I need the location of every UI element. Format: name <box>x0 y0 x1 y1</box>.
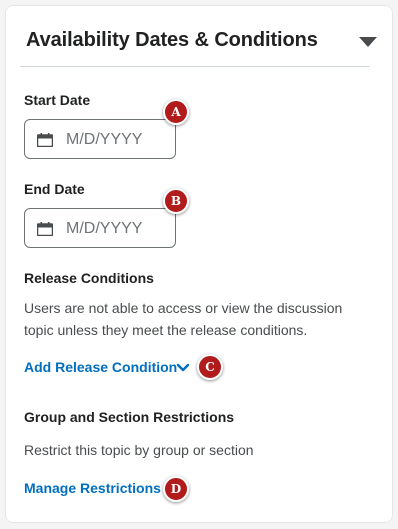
start-date-label: Start Date <box>24 92 91 108</box>
restrictions-heading: Group and Section Restrictions <box>24 409 235 425</box>
callout-badge-c: C <box>197 354 223 380</box>
release-conditions-description-line1: Users are not able to access or view the… <box>24 300 343 316</box>
callout-badge-d: D <box>163 476 189 502</box>
panel-title: Availability Dates & Conditions <box>26 29 318 51</box>
calendar-icon <box>37 133 53 147</box>
chevron-down-icon[interactable] <box>176 363 190 373</box>
callout-badge-b: B <box>163 188 189 214</box>
manage-restrictions-link[interactable]: Manage Restrictions <box>24 480 161 496</box>
end-date-placeholder: M/D/YYYY <box>66 220 143 237</box>
panel-header[interactable]: Availability Dates & Conditions <box>26 24 377 64</box>
start-date-field[interactable]: M/D/YYYY <box>24 119 176 159</box>
add-release-condition-link[interactable]: Add Release Condition <box>24 359 177 375</box>
callout-badge-a: A <box>163 99 189 125</box>
calendar-icon <box>37 222 53 236</box>
restrictions-description: Restrict this topic by group or section <box>24 442 254 458</box>
end-date-label: End Date <box>24 181 85 197</box>
caret-down-icon[interactable] <box>359 37 377 47</box>
start-date-placeholder: M/D/YYYY <box>66 131 143 148</box>
release-conditions-heading: Release Conditions <box>24 270 154 286</box>
end-date-field[interactable]: M/D/YYYY <box>24 208 176 248</box>
header-divider <box>20 66 370 67</box>
release-conditions-description-line2: topic unless they meet the release condi… <box>24 322 308 338</box>
release-conditions-description: Users are not able to access or view the… <box>24 297 374 341</box>
